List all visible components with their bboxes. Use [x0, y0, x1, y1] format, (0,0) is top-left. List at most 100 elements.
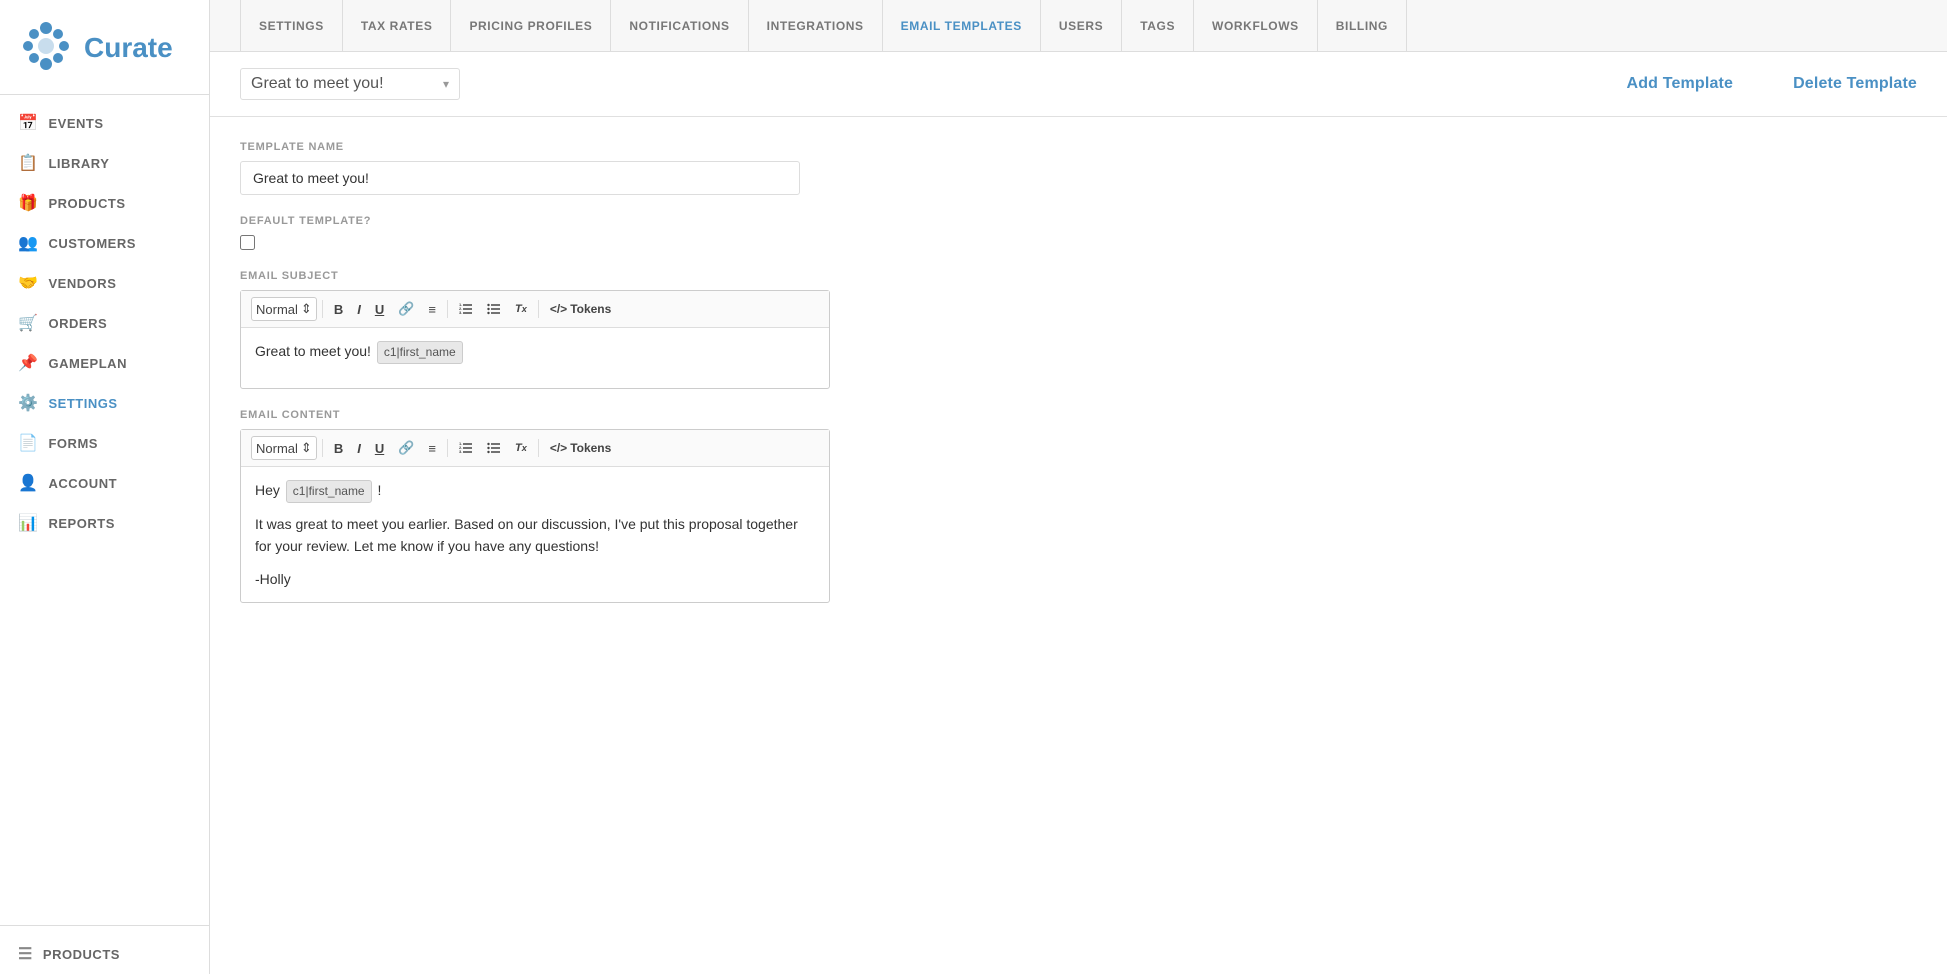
subject-link-btn[interactable]: 🔗 — [392, 298, 420, 320]
default-template-label: DEFAULT TEMPLATE? — [240, 215, 1080, 227]
sidebar-item-events[interactable]: 📅 EVENTS — [0, 103, 209, 143]
content-ol-btn[interactable]: 1.2.3. — [453, 438, 479, 458]
subject-format-label: Normal — [256, 302, 298, 317]
sidebar-item-customers[interactable]: 👥 CUSTOMERS — [0, 223, 209, 263]
content-toolbar-divider-2 — [447, 439, 448, 457]
subject-format-select[interactable]: Normal ⇕ — [251, 297, 317, 321]
gameplan-icon: 📌 — [18, 353, 38, 373]
subject-italic-btn[interactable]: I — [351, 299, 367, 320]
account-icon: 👤 — [18, 473, 38, 493]
email-content-editor: Normal ⇕ B I U 🔗 ≡ 1.2.3. — [240, 429, 830, 603]
logo-icon: Curate — [16, 18, 76, 78]
template-header: Great to meet you! ▾ Add Template Delete… — [210, 52, 1947, 117]
template-actions: Add Template Delete Template — [1627, 75, 1917, 93]
subject-align-btn[interactable]: ≡ — [422, 299, 442, 320]
content-area: Great to meet you! ▾ Add Template Delete… — [210, 52, 1947, 974]
top-nav-item-users[interactable]: USERS — [1041, 0, 1122, 52]
form-area: TEMPLATE NAME DEFAULT TEMPLATE? EMAIL SU… — [210, 117, 1110, 627]
sidebar-item-products[interactable]: 🎁 PRODUCTS — [0, 183, 209, 223]
products-icon: 🎁 — [18, 193, 38, 213]
settings-icon: ⚙️ — [18, 393, 38, 413]
content-token-chip[interactable]: c1|first_name — [286, 480, 372, 503]
top-nav-item-workflows[interactable]: WORKFLOWS — [1194, 0, 1318, 52]
logo: Curate Curate — [0, 0, 209, 95]
chevron-down-icon: ▾ — [443, 77, 449, 91]
customers-icon: 👥 — [18, 233, 38, 253]
sidebar: Curate Curate 📅 EVENTS 📋LIBRARY 🎁 PRODUCTS 👥 C… — [0, 0, 210, 974]
subject-ol-btn[interactable]: 1.2.3. — [453, 299, 479, 319]
sidebar-item-label-customers: CUSTOMERS — [48, 236, 136, 251]
subject-clearformat-btn[interactable]: Tx — [509, 300, 533, 318]
template-name-label: TEMPLATE NAME — [240, 141, 1080, 153]
sidebar-item-label-account: ACCOUNT — [48, 476, 117, 491]
content-link-btn[interactable]: 🔗 — [392, 437, 420, 459]
sidebar-item-label-orders: ORDERS — [48, 316, 107, 331]
content-toolbar-divider-1 — [322, 439, 323, 457]
sidebar-item-library[interactable]: 📋LIBRARY — [0, 143, 209, 183]
logo-text: Curate — [84, 32, 173, 64]
toolbar-divider-2 — [447, 300, 448, 318]
content-ul-btn[interactable] — [481, 438, 507, 458]
sidebar-item-label-events: EVENTS — [48, 116, 103, 131]
sidebar-item-vendors[interactable]: 🤝 VENDORS — [0, 263, 209, 303]
sidebar-item-orders[interactable]: 🛒ORDERS — [0, 303, 209, 343]
content-line3: -Holly — [255, 568, 815, 590]
sidebar-item-account[interactable]: 👤 ACCOUNT — [0, 463, 209, 503]
content-exclamation: ! — [378, 482, 382, 498]
sidebar-item-label-gameplan: GAMEPLAN — [48, 356, 127, 371]
vendors-icon: 🤝 — [18, 273, 38, 293]
subject-token-chip[interactable]: c1|first_name — [377, 341, 463, 364]
email-content-label: EMAIL CONTENT — [240, 409, 1080, 421]
sidebar-item-forms[interactable]: 📄FORMS — [0, 423, 209, 463]
svg-text:3.: 3. — [459, 449, 462, 454]
default-template-checkbox[interactable] — [240, 235, 255, 250]
sidebar-item-label-products-bottom: PRODUCTS — [43, 947, 120, 962]
forms-icon: 📄 — [18, 433, 38, 453]
top-nav-item-email-templates[interactable]: EMAIL TEMPLATES — [883, 0, 1041, 52]
content-align-btn[interactable]: ≡ — [422, 438, 442, 459]
top-nav-item-integrations[interactable]: INTEGRATIONS — [749, 0, 883, 52]
sidebar-navigation: 📅 EVENTS 📋LIBRARY 🎁 PRODUCTS 👥 CUSTOMERS 🤝 VENDO… — [0, 95, 209, 917]
content-bold-btn[interactable]: B — [328, 438, 349, 459]
toolbar-divider-1 — [322, 300, 323, 318]
top-nav-item-tags[interactable]: TAGS — [1122, 0, 1194, 52]
content-toolbar-divider-3 — [538, 439, 539, 457]
top-nav-item-tax-rates[interactable]: TAX RATES — [343, 0, 452, 52]
template-dropdown[interactable]: Great to meet you! ▾ — [240, 68, 460, 100]
sidebar-item-gameplan[interactable]: 📌 GAMEPLAN — [0, 343, 209, 383]
sidebar-item-settings[interactable]: ⚙️SETTINGS — [0, 383, 209, 423]
events-icon: 📅 — [18, 113, 38, 133]
top-nav-item-billing[interactable]: BILLING — [1318, 0, 1407, 52]
content-format-chevron: ⇕ — [301, 440, 312, 456]
content-toolbar: Normal ⇕ B I U 🔗 ≡ 1.2.3. — [241, 430, 829, 467]
subject-bold-btn[interactable]: B — [328, 299, 349, 320]
toolbar-divider-3 — [538, 300, 539, 318]
subject-toolbar: Normal ⇕ B I U 🔗 ≡ 1.2.3. — [241, 291, 829, 328]
top-nav-item-notifications[interactable]: NOTIFICATIONS — [611, 0, 748, 52]
sidebar-item-label-vendors: VENDORS — [48, 276, 116, 291]
default-template-row — [240, 235, 1080, 250]
content-underline-btn[interactable]: U — [369, 438, 390, 459]
template-select-wrapper: Great to meet you! ▾ — [240, 68, 460, 100]
add-template-button[interactable]: Add Template — [1627, 75, 1734, 93]
content-format-select[interactable]: Normal ⇕ — [251, 436, 317, 460]
content-format-label: Normal — [256, 441, 298, 456]
content-clearformat-btn[interactable]: Tx — [509, 439, 533, 457]
sidebar-item-label-products: PRODUCTS — [48, 196, 125, 211]
sidebar-item-reports[interactable]: 📊REPORTS — [0, 503, 209, 543]
content-editor-body[interactable]: Hey c1|first_name ! It was great to meet… — [241, 467, 829, 602]
subject-tokens-btn[interactable]: </> Tokens — [544, 299, 617, 319]
subject-underline-btn[interactable]: U — [369, 299, 390, 320]
top-nav-item-pricing-profiles[interactable]: PRICING PROFILES — [451, 0, 611, 52]
sidebar-item-label-reports: REPORTS — [48, 516, 114, 531]
subject-ul-btn[interactable] — [481, 299, 507, 319]
content-hey-prefix: Hey — [255, 482, 280, 498]
subject-format-chevron: ⇕ — [301, 301, 312, 317]
template-name-input[interactable] — [240, 161, 800, 195]
top-nav-item-settings[interactable]: SETTINGS — [240, 0, 343, 52]
content-tokens-btn[interactable]: </> Tokens — [544, 438, 617, 458]
content-italic-btn[interactable]: I — [351, 438, 367, 459]
sidebar-item-products-bottom[interactable]: ☰PRODUCTS — [0, 934, 209, 974]
delete-template-button[interactable]: Delete Template — [1793, 75, 1917, 93]
subject-editor-body[interactable]: Great to meet you! c1|first_name — [241, 328, 829, 388]
